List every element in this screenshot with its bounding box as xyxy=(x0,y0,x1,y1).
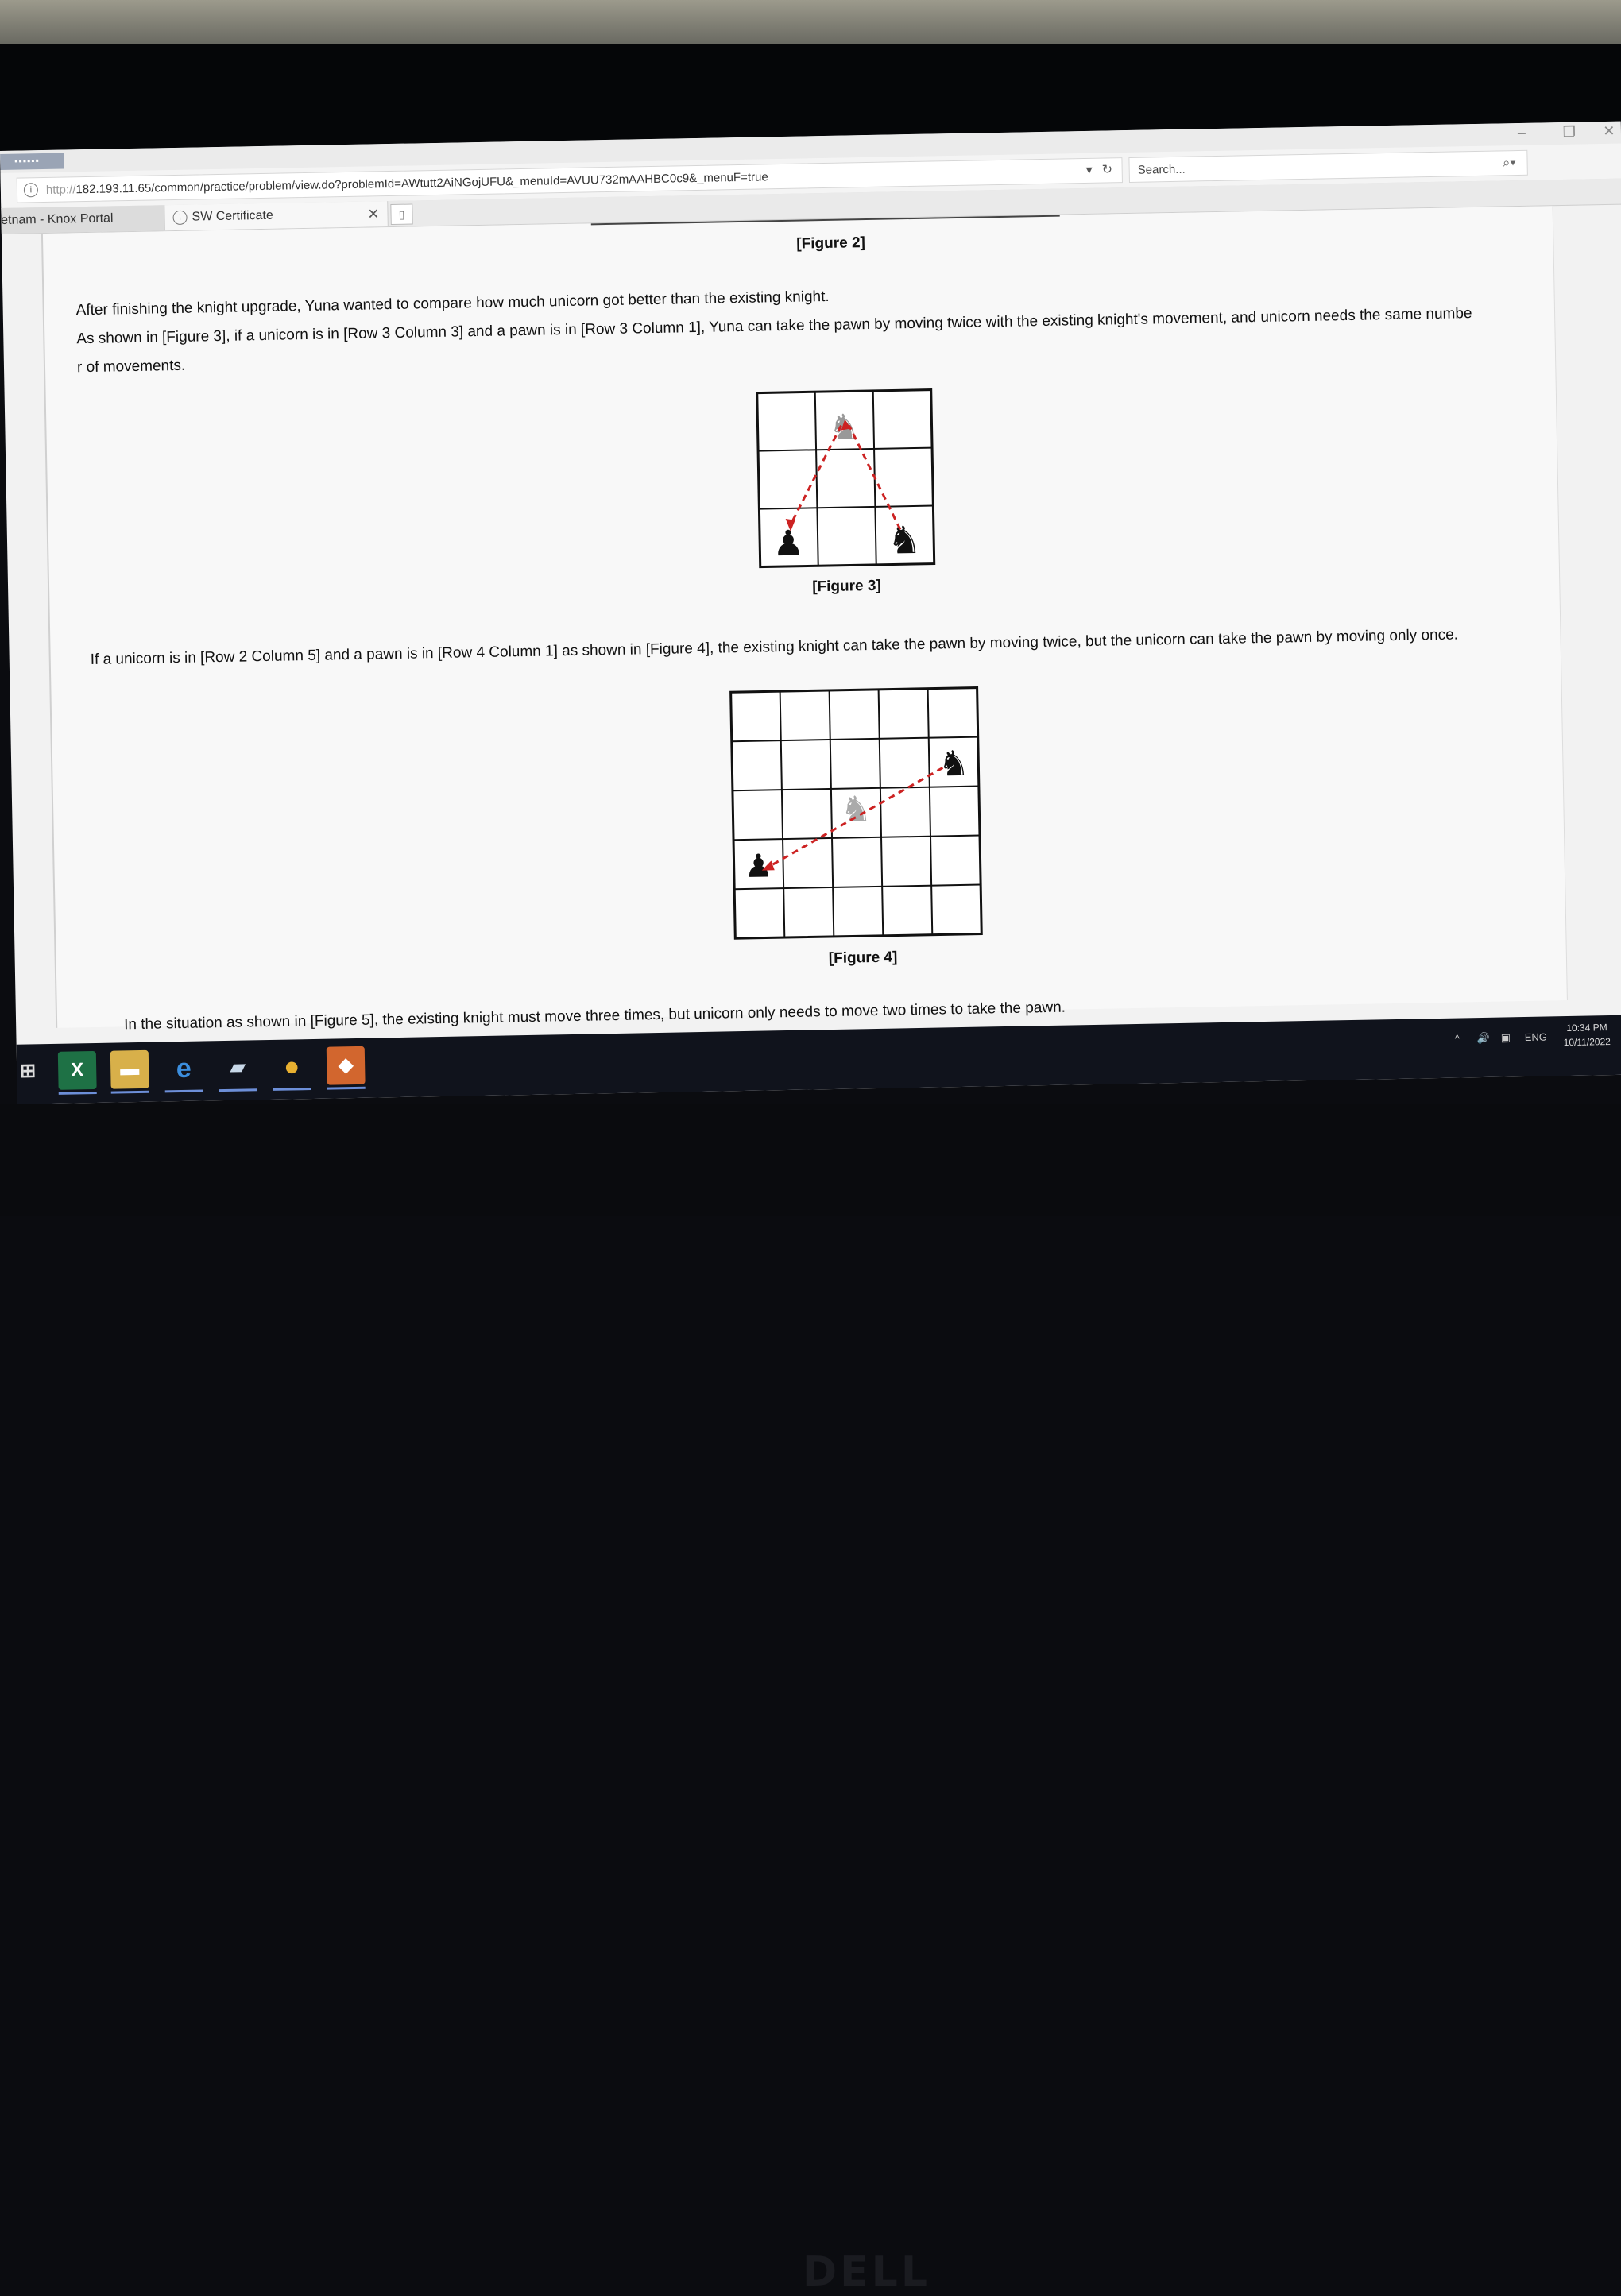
search-icon[interactable]: ⌕▾ xyxy=(1503,155,1516,171)
pawn-icon: ♟ xyxy=(772,524,804,564)
monitor-bezel-bottom: DELL xyxy=(0,1104,1621,2296)
volume-icon[interactable]: 🔊 xyxy=(1477,1032,1490,1045)
figure-4-board: ♞ ♞ ♟ xyxy=(729,686,983,940)
figure2-caption: [Figure 2] xyxy=(796,234,866,253)
network-icon[interactable]: ▣ xyxy=(1501,1031,1511,1044)
close-window-icon[interactable]: ✕ xyxy=(1597,123,1621,141)
tab-info-icon: i xyxy=(172,210,188,225)
paragraph-2: If a unicorn is in [Row 2 Column 5] and … xyxy=(90,626,1459,669)
app-blue-icon[interactable]: ◆ xyxy=(326,1046,366,1085)
start-icon[interactable]: ⊞ xyxy=(9,1052,48,1091)
monitor-brand-logo: DELL xyxy=(803,2248,930,2296)
internet-explorer-icon[interactable]: e xyxy=(164,1049,203,1088)
dropdown-icon[interactable]: ▾ xyxy=(1085,162,1093,178)
close-tab-icon[interactable]: ✕ xyxy=(367,201,380,226)
minimize-icon[interactable]: – xyxy=(1510,125,1534,142)
figure3-caption: [Figure 3] xyxy=(812,577,881,596)
window-grip[interactable]: ▪▪▪▪▪▪ xyxy=(0,153,64,170)
chrome-icon[interactable]: ● xyxy=(273,1047,311,1086)
language-indicator[interactable]: ENG xyxy=(1525,1031,1547,1044)
excel-icon[interactable]: X xyxy=(57,1050,97,1090)
unicorn-icon: ♞ xyxy=(938,744,969,784)
problem-content: [Figure 2] After finishing the knight up… xyxy=(41,206,1568,1033)
screen: ▪▪▪▪▪▪ – ❐ ✕ i http://182.193.11.65/comm… xyxy=(0,121,1621,1104)
tab-knox-portal[interactable]: ietnam - Knox Portal xyxy=(0,205,165,234)
refresh-icon[interactable]: ↻ xyxy=(1101,161,1113,177)
restore-icon[interactable]: ❐ xyxy=(1557,124,1581,141)
app-icon[interactable]: ▰ xyxy=(219,1048,257,1087)
search-input[interactable]: Search... ⌕▾ xyxy=(1128,149,1528,183)
file-explorer-icon[interactable]: ▬ xyxy=(110,1049,149,1089)
background-wall xyxy=(0,0,1621,44)
search-placeholder: Search... xyxy=(1137,162,1186,177)
tab-sw-certificate[interactable]: i SW Certificate ✕ xyxy=(164,201,389,231)
site-info-icon[interactable]: i xyxy=(23,183,39,198)
new-tab-button[interactable]: ▯ xyxy=(390,203,413,226)
paragraph-1-line-3: r of movements. xyxy=(76,357,186,377)
system-clock[interactable]: 10:34 PM 10/11/2022 xyxy=(1563,1020,1611,1049)
tray-chevron-icon[interactable]: ^ xyxy=(1455,1033,1460,1045)
figure4-caption: [Figure 4] xyxy=(828,949,898,968)
url-text[interactable]: http://182.193.11.65/common/practice/pro… xyxy=(46,170,768,197)
unicorn-icon: ♞ xyxy=(887,520,922,562)
figure-3-board: ♞ ♟ ♞ xyxy=(756,388,936,569)
